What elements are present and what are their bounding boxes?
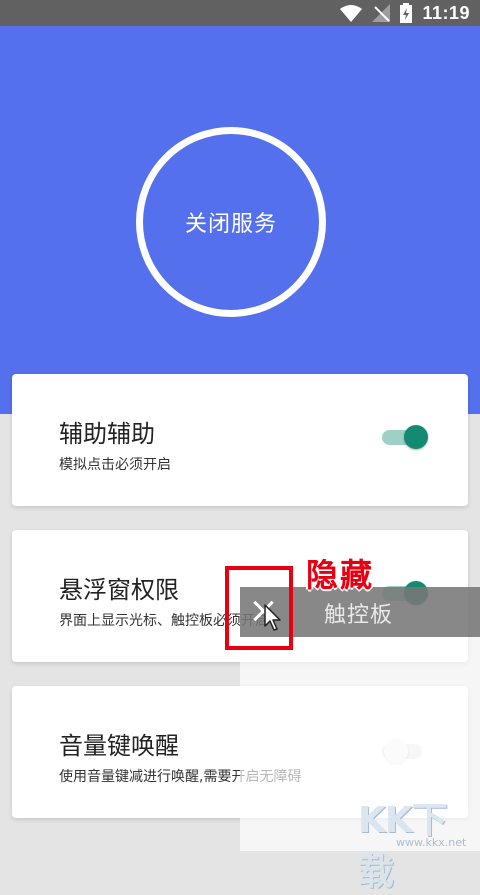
setting-card-accessibility: 辅助辅助 模拟点击必须开启 <box>12 374 468 506</box>
status-time: 11:19 <box>422 2 470 23</box>
annotation-hide-label: 隐藏 <box>306 556 375 594</box>
setting-description: 模拟点击必须开启 <box>59 457 171 473</box>
mouse-pointer-icon <box>264 604 281 631</box>
setting-title: 音量键唤醒 <box>59 732 179 760</box>
stop-service-button[interactable]: 关闭服务 <box>136 127 326 317</box>
hero-panel: 关闭服务 <box>0 26 480 414</box>
setting-title: 辅助辅助 <box>59 420 155 448</box>
setting-title: 悬浮窗权限 <box>59 576 179 604</box>
annotation-highlight-box <box>225 566 293 650</box>
signal-off-icon <box>372 4 391 22</box>
stop-service-label: 关闭服务 <box>184 212 277 237</box>
battery-charging-icon <box>400 3 413 23</box>
watermark-url: www.kkx.net <box>396 836 467 849</box>
status-bar: 11:19 <box>0 0 480 26</box>
trackpad-label: 触控板 <box>324 603 394 628</box>
toggle-thumb <box>404 425 428 449</box>
wifi-icon <box>340 4 363 22</box>
accessibility-toggle[interactable] <box>382 422 428 452</box>
